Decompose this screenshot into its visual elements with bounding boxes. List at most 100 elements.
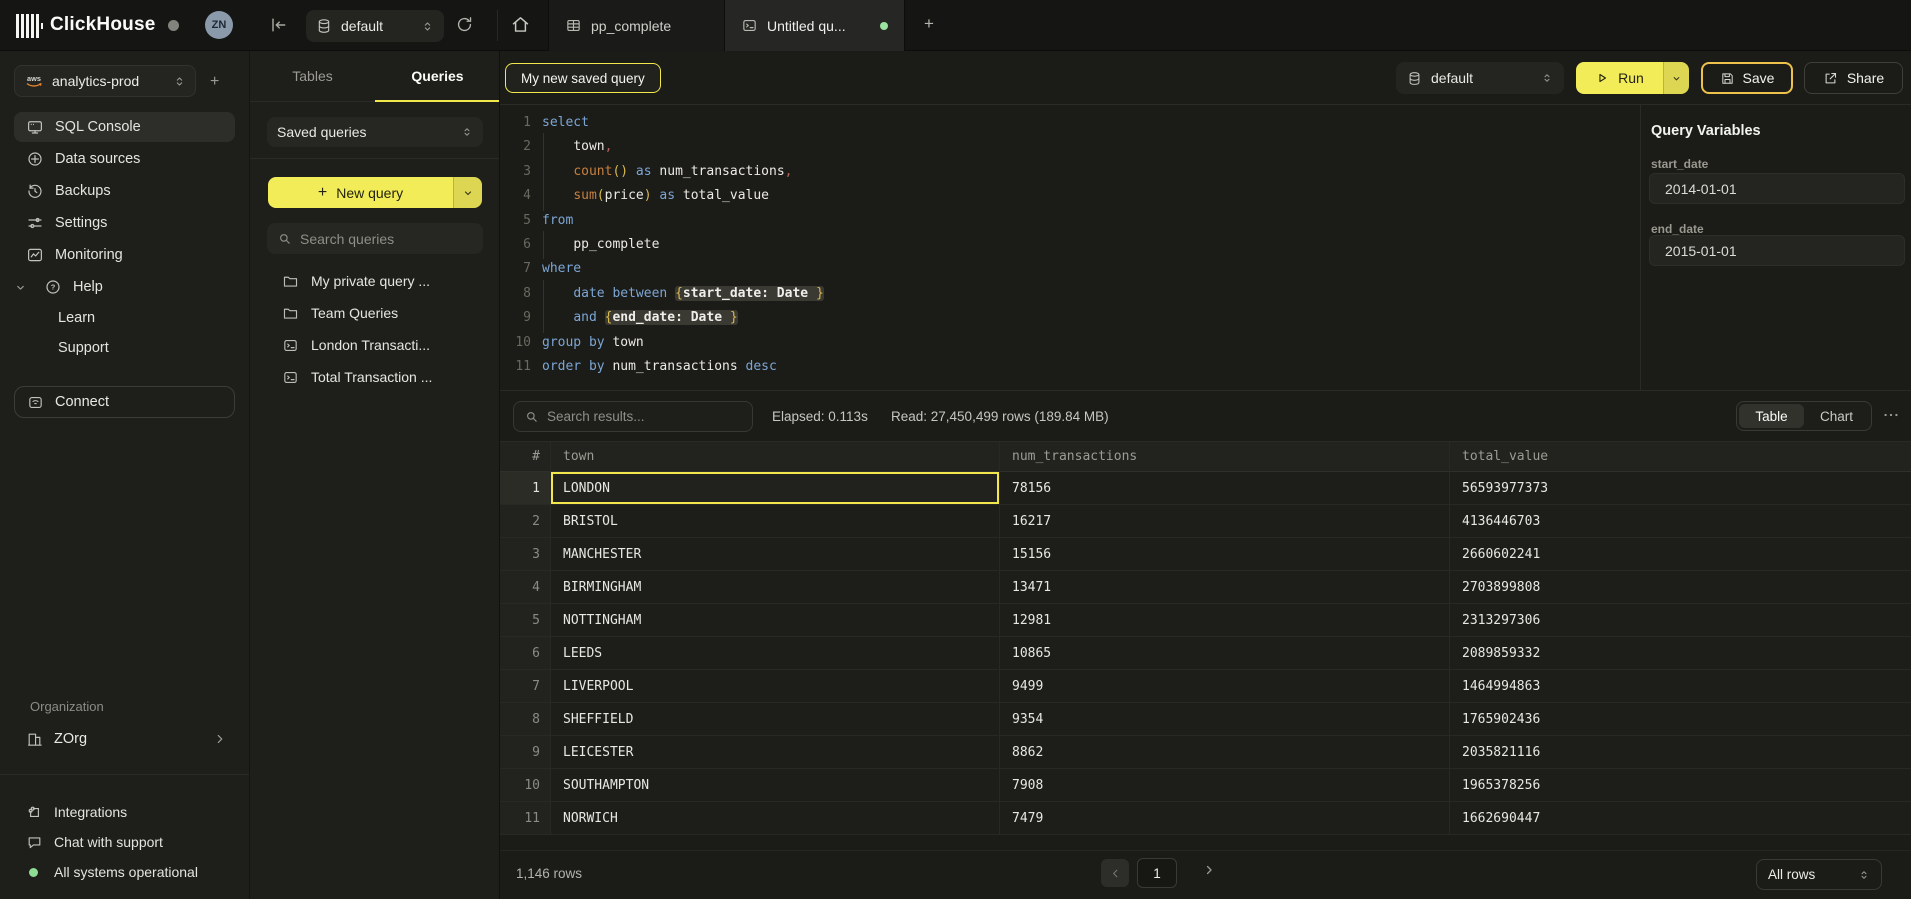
tab-tables[interactable]: Tables: [250, 51, 375, 101]
cell-town[interactable]: LEEDS: [551, 637, 1000, 670]
query-list-item[interactable]: Team Queries: [264, 298, 492, 328]
cell-total[interactable]: 2313297306: [1450, 604, 1911, 637]
sidebar-item-chat-support[interactable]: Chat with support: [14, 827, 235, 857]
column-header-index[interactable]: #: [500, 441, 551, 472]
prev-page-button[interactable]: [1101, 859, 1129, 887]
table-header-row: # town num_transactions total_value: [500, 441, 1911, 472]
share-button[interactable]: Share: [1804, 62, 1903, 94]
page-number-input[interactable]: [1137, 858, 1177, 888]
cell-town[interactable]: LEICESTER: [551, 736, 1000, 769]
tab-untitled-query[interactable]: Untitled qu...: [725, 0, 905, 51]
line-number: 7: [510, 257, 531, 281]
view-chart-button[interactable]: Chart: [1804, 404, 1869, 428]
topbar-database-selector[interactable]: default: [306, 10, 444, 42]
cell-total[interactable]: 2660602241: [1450, 538, 1911, 571]
cell-num[interactable]: 9354: [1000, 703, 1450, 736]
system-status[interactable]: All systems operational: [14, 857, 235, 887]
home-icon[interactable]: [510, 14, 531, 35]
sidebar-item-data-sources[interactable]: Data sources: [14, 144, 235, 174]
search-queries-input[interactable]: [300, 231, 481, 247]
sidebar-item-settings[interactable]: Settings: [14, 208, 235, 238]
sidebar-item-learn[interactable]: Learn: [14, 303, 235, 333]
new-query-dropdown[interactable]: [453, 177, 482, 208]
workspace-selector[interactable]: aws analytics-prod: [14, 65, 196, 97]
new-tab-button[interactable]: +: [917, 14, 941, 34]
save-label: Save: [1743, 70, 1775, 86]
cell-town[interactable]: SOUTHAMPTON: [551, 769, 1000, 802]
save-button[interactable]: Save: [1701, 62, 1793, 94]
sidebar-item-sql-console[interactable]: SQL Console: [14, 112, 235, 142]
sidebar-item-backups[interactable]: Backups: [14, 176, 235, 206]
page-size-selector[interactable]: All rows: [1756, 859, 1882, 890]
database-selector-value: default: [1431, 70, 1532, 86]
refresh-icon[interactable]: [455, 15, 474, 34]
saved-queries-filter[interactable]: Saved queries: [267, 117, 483, 147]
sql-editor[interactable]: 1select 2 town, 3 count() as num_transac…: [500, 105, 1640, 390]
more-options-icon[interactable]: [1881, 405, 1901, 425]
saved-query-tab[interactable]: My new saved query: [505, 63, 661, 93]
column-header-town[interactable]: town: [551, 441, 1000, 472]
cell-num[interactable]: 16217: [1000, 505, 1450, 538]
new-query-label: New query: [336, 185, 403, 201]
next-page-button[interactable]: [1202, 863, 1216, 877]
cell-num[interactable]: 10865: [1000, 637, 1450, 670]
run-button[interactable]: Run: [1576, 62, 1689, 94]
sidebar-item-help[interactable]: ? Help: [14, 272, 235, 302]
cell-num[interactable]: 9499: [1000, 670, 1450, 703]
cell-total[interactable]: 4136446703: [1450, 505, 1911, 538]
sidebar-item-monitoring[interactable]: Monitoring: [14, 240, 235, 270]
start-date-field[interactable]: [1649, 173, 1905, 204]
cell-total[interactable]: 1765902436: [1450, 703, 1911, 736]
page-size-value: All rows: [1768, 867, 1850, 882]
column-header-total-value[interactable]: total_value: [1450, 441, 1911, 472]
cell-total[interactable]: 1965378256: [1450, 769, 1911, 802]
column-header-num-transactions[interactable]: num_transactions: [1000, 441, 1450, 472]
organization-selector[interactable]: ZOrg: [14, 723, 235, 755]
cell-num[interactable]: 13471: [1000, 571, 1450, 604]
tab-pp-complete[interactable]: pp_complete: [548, 0, 725, 51]
cell-town[interactable]: NORWICH: [551, 802, 1000, 835]
connect-button[interactable]: Connect: [14, 386, 235, 418]
view-table-button[interactable]: Table: [1739, 404, 1804, 428]
cell-total[interactable]: 1464994863: [1450, 670, 1911, 703]
cell-town-selected[interactable]: LONDON: [551, 472, 1000, 505]
query-list-item[interactable]: Total Transaction ...: [264, 362, 492, 392]
sidebar-item-integrations[interactable]: Integrations: [14, 797, 235, 827]
cell-total[interactable]: 56593977373: [1450, 472, 1911, 505]
avatar[interactable]: ZN: [205, 11, 233, 39]
run-dropdown[interactable]: [1663, 62, 1689, 94]
cell-total[interactable]: 2089859332: [1450, 637, 1911, 670]
cell-town[interactable]: MANCHESTER: [551, 538, 1000, 571]
new-query-button[interactable]: + New query: [268, 177, 482, 208]
cell-num[interactable]: 8862: [1000, 736, 1450, 769]
query-list-item[interactable]: My private query ...: [264, 266, 492, 296]
cell-num[interactable]: 15156: [1000, 538, 1450, 571]
query-list-item[interactable]: London Transacti...: [264, 330, 492, 360]
tab-queries[interactable]: Queries: [375, 51, 500, 101]
cell-town[interactable]: LIVERPOOL: [551, 670, 1000, 703]
cell-town[interactable]: BRISTOL: [551, 505, 1000, 538]
query-item-label: My private query ...: [311, 273, 430, 289]
cell-town[interactable]: SHEFFIELD: [551, 703, 1000, 736]
cell-num[interactable]: 78156: [1000, 472, 1450, 505]
cell-total[interactable]: 1662690447: [1450, 802, 1911, 835]
database-selector-value: default: [341, 18, 412, 34]
table-row: 7 LIVERPOOL 9499 1464994863: [500, 670, 1911, 703]
collapse-left-icon[interactable]: [268, 15, 288, 35]
end-date-field[interactable]: [1649, 235, 1905, 266]
cell-town[interactable]: NOTTINGHAM: [551, 604, 1000, 637]
cell-num[interactable]: 12981: [1000, 604, 1450, 637]
cell-total[interactable]: 2703899808: [1450, 571, 1911, 604]
add-service-button[interactable]: +: [210, 73, 219, 91]
row-index: 2: [500, 505, 551, 538]
line-number: 5: [510, 209, 531, 233]
chevron-right-icon: [213, 732, 227, 746]
sidebar-item-support[interactable]: Support: [14, 333, 235, 363]
cell-num[interactable]: 7479: [1000, 802, 1450, 835]
search-results-input[interactable]: [547, 409, 742, 424]
cell-num[interactable]: 7908: [1000, 769, 1450, 802]
run-database-selector[interactable]: default: [1396, 62, 1564, 94]
cell-total[interactable]: 2035821116: [1450, 736, 1911, 769]
top-bar: ClickHouse ZN default pp_complete: [0, 0, 1911, 51]
cell-town[interactable]: BIRMINGHAM: [551, 571, 1000, 604]
